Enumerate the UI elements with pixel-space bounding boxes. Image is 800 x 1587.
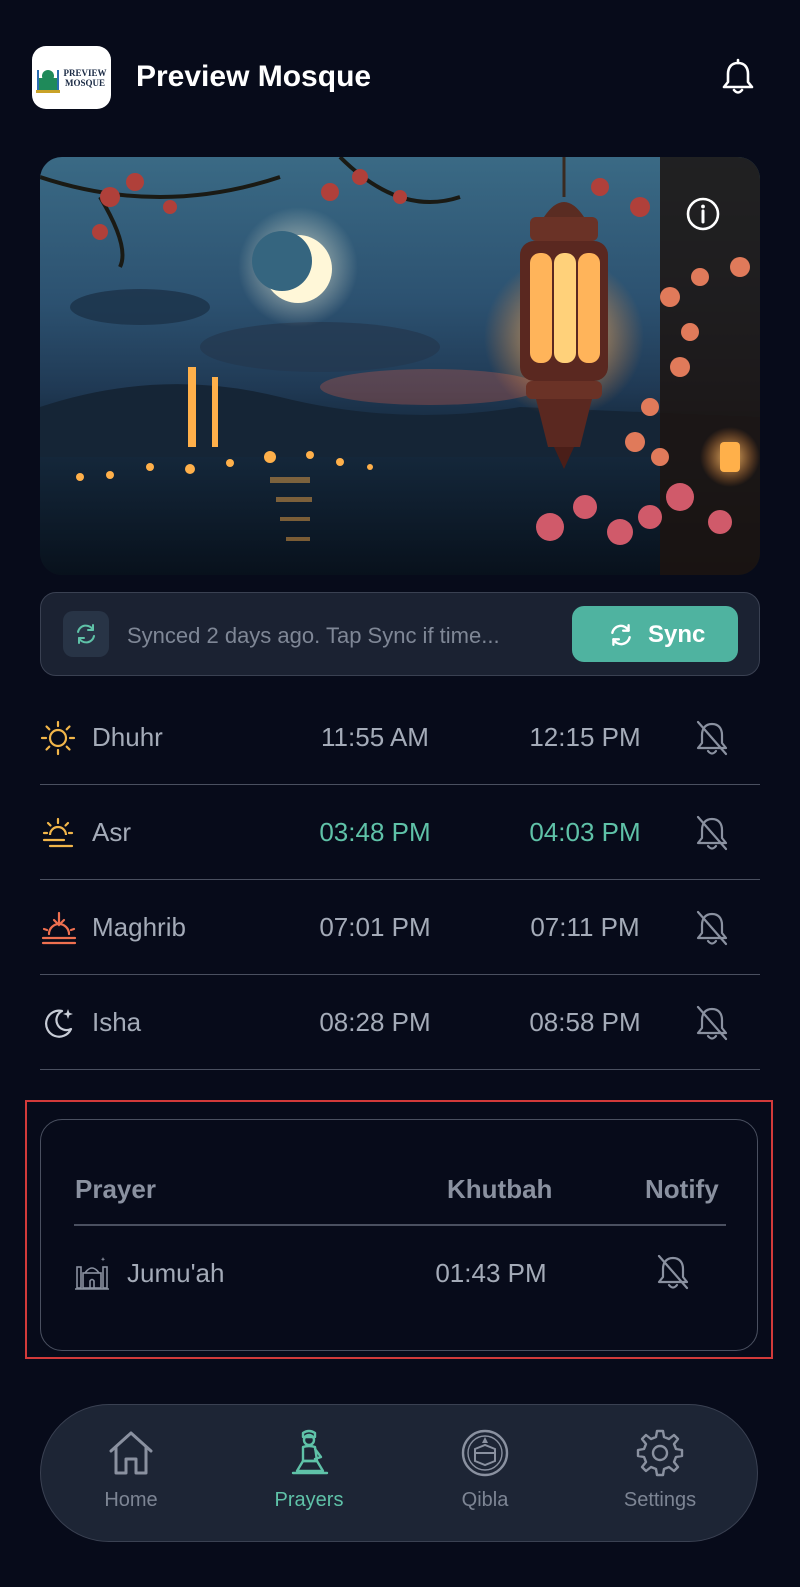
prayer-name: Maghrib xyxy=(92,912,186,942)
tab-prayers[interactable]: Prayers xyxy=(239,1427,379,1527)
prayer-name: Dhuhr xyxy=(92,722,163,752)
adhan-time: 11:55 AM xyxy=(321,722,429,752)
mosque-icon xyxy=(75,1257,109,1290)
sync-button-label: Sync xyxy=(648,621,706,648)
jumuah-card: Prayer Khutbah Notify Jumu'ah 01:43 PM xyxy=(40,1119,758,1351)
kaaba-compass-icon xyxy=(461,1429,509,1477)
khutbah-time: 01:43 PM xyxy=(435,1258,547,1288)
tab-label: Qibla xyxy=(461,1489,509,1511)
bell-off-icon[interactable] xyxy=(655,1252,691,1292)
tab-settings[interactable]: Settings xyxy=(590,1427,730,1527)
iqamah-time: 04:03 PM xyxy=(529,817,641,847)
bell-off-icon[interactable] xyxy=(694,813,730,853)
sync-status-icon-box xyxy=(63,611,109,657)
prayer-row-maghrib: Maghrib 07:01 PM 07:11 PM xyxy=(40,880,760,975)
prayer-row-isha: Isha 08:28 PM 08:58 PM xyxy=(40,975,760,1070)
iqamah-time: 12:15 PM xyxy=(529,722,641,752)
sync-status-text: Synced 2 days ago. Tap Sync if time... xyxy=(127,623,500,648)
tab-label: Settings xyxy=(623,1489,697,1511)
sun-icon xyxy=(40,720,76,756)
bell-off-icon[interactable] xyxy=(694,908,730,948)
tab-label: Home xyxy=(104,1489,158,1511)
tab-home[interactable]: Home xyxy=(61,1427,201,1527)
iqamah-time: 07:11 PM xyxy=(530,912,640,942)
mosque-logo: PREVIEW MOSQUE xyxy=(32,46,111,109)
sun-cloud-icon xyxy=(42,817,74,848)
bottom-tab-bar: Home Prayers Qibla Settings xyxy=(40,1404,758,1542)
prayer-row-asr: Asr 03:48 PM 04:03 PM xyxy=(40,785,760,880)
prayer-row-dhuhr: Dhuhr 11:55 AM 12:15 PM xyxy=(40,690,760,785)
sync-status-bar: Synced 2 days ago. Tap Sync if time... S… xyxy=(40,592,760,676)
sunset-icon xyxy=(41,911,77,945)
column-header-prayer: Prayer xyxy=(75,1174,156,1204)
logo-text: PREVIEW MOSQUE xyxy=(63,68,107,88)
prayer-name: Asr xyxy=(92,817,131,847)
column-header-notify: Notify xyxy=(645,1174,719,1204)
bell-icon[interactable] xyxy=(720,58,756,98)
adhan-time: 03:48 PM xyxy=(319,817,431,847)
adhan-time: 08:28 PM xyxy=(319,1007,431,1037)
moon-star-icon xyxy=(45,1009,73,1038)
mosque-logo-icon xyxy=(36,70,60,93)
info-icon[interactable] xyxy=(685,196,721,232)
column-header-khutbah: Khutbah xyxy=(447,1174,553,1204)
adhan-time: 07:01 PM xyxy=(319,912,431,942)
bell-off-icon[interactable] xyxy=(694,718,730,758)
app-header: PREVIEW MOSQUE Preview Mosque xyxy=(0,0,800,150)
sync-icon xyxy=(77,624,95,644)
prayer-name: Isha xyxy=(92,1007,142,1037)
tab-label: Prayers xyxy=(274,1489,344,1511)
divider xyxy=(74,1224,726,1226)
iqamah-time: 08:58 PM xyxy=(529,1007,641,1037)
jumuah-name: Jumu'ah xyxy=(127,1258,225,1288)
gear-icon xyxy=(636,1429,684,1477)
hero-ramadan-lantern-image xyxy=(40,157,760,575)
sync-button[interactable]: Sync xyxy=(572,606,738,662)
praying-person-icon xyxy=(291,1429,329,1475)
tab-qibla[interactable]: Qibla xyxy=(415,1427,555,1527)
page-title: Preview Mosque xyxy=(136,60,372,93)
home-icon xyxy=(109,1431,153,1475)
bell-off-icon[interactable] xyxy=(694,1003,730,1043)
sync-icon xyxy=(611,624,631,646)
